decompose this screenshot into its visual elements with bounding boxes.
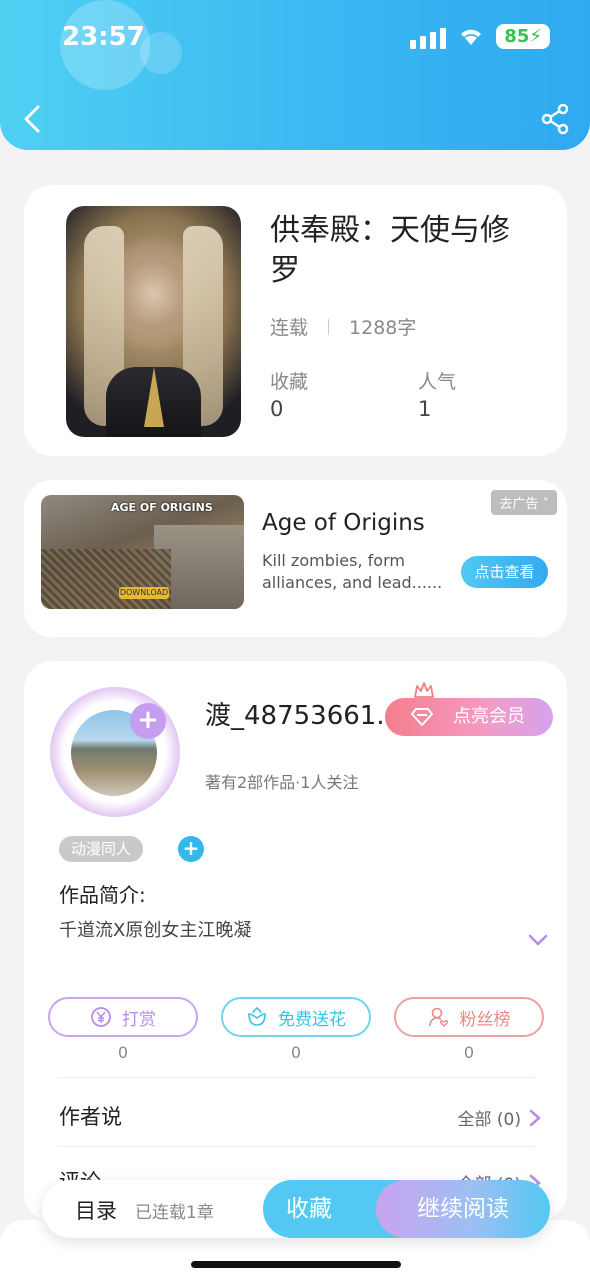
bottom-action-bar: 目录 已连载1章 收藏 继续阅读	[42, 1180, 550, 1238]
chevron-down-icon[interactable]	[528, 933, 548, 947]
favorites-count: 0	[270, 397, 284, 421]
back-icon[interactable]	[20, 103, 48, 135]
decor-bubble	[140, 32, 182, 74]
home-indicator	[191, 1261, 401, 1268]
author-card: + 渡_48753661... 点亮会员 著有2部作品·1人关注 动漫同人 + …	[24, 661, 567, 1221]
divider	[59, 1146, 534, 1147]
fan-count: 0	[463, 1043, 475, 1062]
book-title: 供奉殿：天使与修罗	[270, 213, 510, 288]
author-subtitle: 著有2部作品·1人关注	[205, 773, 359, 792]
signal-icon	[410, 25, 447, 49]
yen-coin-icon	[91, 1007, 111, 1027]
author-says-all-link[interactable]: 全部 (0)	[458, 1105, 541, 1130]
ad-image-logo: AGE OF ORIGINS	[111, 501, 213, 514]
tip-button[interactable]: 打赏	[48, 997, 198, 1037]
continue-reading-button[interactable]: 继续阅读	[376, 1180, 550, 1238]
add-tag-icon[interactable]: +	[178, 836, 204, 862]
ad-description: Kill zombies, form alliances, and lead..…	[262, 551, 443, 592]
favorites-label: 收藏	[270, 371, 309, 393]
ad-image-download: DOWNLOAD	[119, 587, 169, 599]
battery-level: 85	[504, 26, 530, 47]
intro-label: 作品简介:	[59, 883, 146, 907]
book-card: 供奉殿：天使与修罗 连载 1288字 收藏 0 人气 1	[24, 185, 567, 456]
chevron-right-icon	[529, 1109, 541, 1126]
chapter-status: 已连载1章	[135, 1203, 214, 1223]
header: 23:57 85⚡	[0, 0, 590, 150]
fan-rank-button[interactable]: 粉丝榜	[394, 997, 544, 1037]
share-icon[interactable]	[540, 103, 570, 135]
tip-count: 0	[117, 1043, 129, 1062]
send-flower-button[interactable]: 免费送花	[221, 997, 371, 1037]
remove-ad-button[interactable]: 去广告 ˅	[491, 490, 557, 515]
book-cover[interactable]	[66, 206, 241, 437]
intro-text: 千道流X原创女主江晚凝	[59, 920, 252, 941]
status-icons: 85⚡	[410, 24, 550, 49]
author-says-all-text: 全部 (0)	[457, 1110, 521, 1130]
genre-tag[interactable]: 动漫同人	[59, 836, 144, 862]
crown-icon	[414, 682, 434, 698]
author-says-label: 作者说	[59, 1105, 122, 1129]
divider	[59, 1077, 534, 1078]
fan-rank-label: 粉丝榜	[459, 1009, 511, 1030]
book-meta: 连载 1288字	[270, 313, 416, 340]
ad-image[interactable]: AGE OF ORIGINS DOWNLOAD	[41, 495, 244, 609]
popularity-count: 1	[418, 397, 432, 421]
status-time: 23:57	[62, 22, 145, 52]
book-status: 连载	[270, 317, 309, 339]
send-flower-label: 免费送花	[278, 1009, 346, 1030]
ad-title: Age of Origins	[262, 510, 425, 536]
flower-icon	[248, 1006, 266, 1026]
ad-card[interactable]: AGE OF ORIGINS DOWNLOAD 去广告 ˅ Age of Ori…	[24, 480, 567, 637]
diamond-icon	[411, 708, 433, 726]
tip-label: 打赏	[122, 1009, 156, 1030]
popularity-label: 人气	[418, 371, 457, 393]
toc-button[interactable]: 目录	[75, 1195, 117, 1225]
wifi-icon	[461, 29, 482, 45]
vip-button-label: 点亮会员	[453, 706, 525, 727]
avatar[interactable]: +	[50, 687, 180, 817]
ad-view-button[interactable]: 点击查看	[461, 556, 548, 588]
book-word-count: 1288字	[349, 317, 417, 339]
battery-icon: 85⚡	[496, 24, 550, 49]
follow-plus-icon[interactable]: +	[130, 703, 166, 739]
flower-count: 0	[290, 1043, 302, 1062]
author-name[interactable]: 渡_48753661...	[205, 695, 385, 732]
fan-user-icon	[428, 1007, 448, 1027]
vip-button[interactable]: 点亮会员	[385, 698, 553, 736]
